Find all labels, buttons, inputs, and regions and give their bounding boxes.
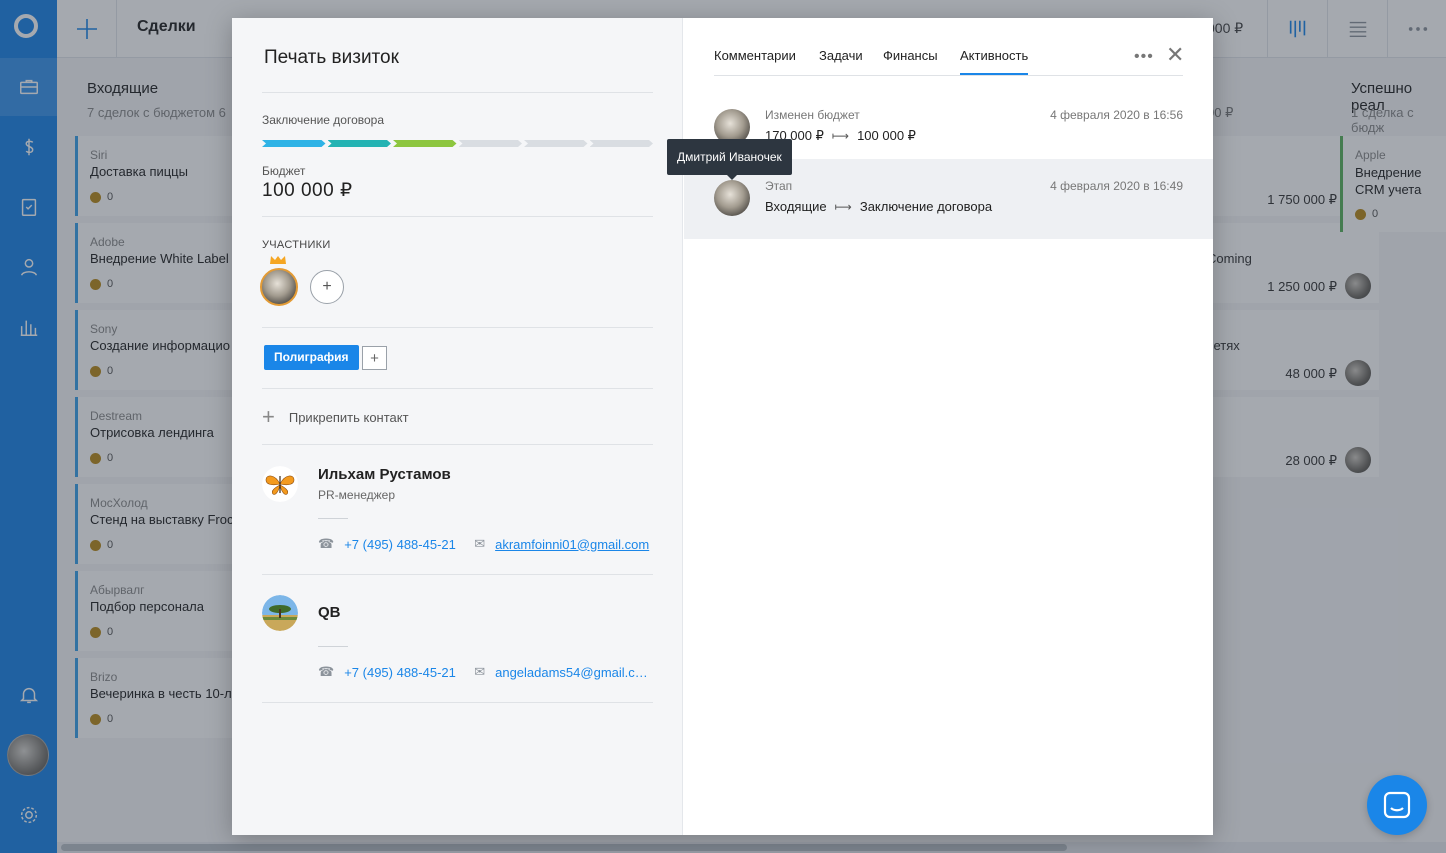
contact-role: PR-менеджер (318, 488, 396, 502)
crown-icon (270, 256, 286, 264)
mail-icon: ✉ (474, 536, 486, 551)
activity-date: 4 февраля 2020 в 16:56 (1050, 108, 1183, 122)
divider (262, 388, 653, 389)
mail-icon: ✉ (474, 664, 486, 679)
tab-tasks[interactable]: Задачи (819, 48, 863, 75)
activity-date: 4 февраля 2020 в 16:49 (1050, 179, 1183, 193)
budget-label: Бюджет (262, 164, 306, 178)
tab-comments[interactable]: Комментарии (714, 48, 796, 75)
plus-icon: + (370, 349, 379, 367)
activity-author-avatar[interactable] (714, 180, 750, 216)
change-to: 100 000 ₽ (857, 128, 916, 143)
contact-email[interactable]: angeladams54@gmail.com (495, 665, 650, 680)
tab-activity[interactable]: Активность (960, 48, 1029, 75)
arrow-right-icon: ⟼ (831, 129, 850, 143)
attach-contact-button[interactable]: + Прикрепить контакт (262, 404, 409, 429)
divider (262, 92, 653, 93)
more-options-icon[interactable]: ••• (1134, 48, 1154, 66)
deal-modal: Печать визиток Заключение договора Бюдже… (232, 18, 1213, 835)
tag-poligrafiya[interactable]: Полиграфия (264, 345, 359, 370)
tab-bar: Комментарии Задачи Финансы Активность (714, 40, 1183, 76)
arrow-right-icon: ⟼ (834, 199, 852, 214)
activity-panel: Комментарии Задачи Финансы Активность ••… (667, 18, 1213, 835)
participants-label: Участники (262, 239, 331, 251)
add-tag-button[interactable]: + (362, 346, 387, 370)
tab-finance[interactable]: Финансы (883, 48, 938, 75)
budget-value[interactable]: 100 000 ₽ (262, 179, 353, 202)
divider (262, 327, 653, 328)
divider (262, 574, 653, 575)
phone-icon: ☎ (318, 536, 335, 551)
contact-phone[interactable]: +7 (495) 488-45-21 (344, 537, 474, 552)
add-participant-button[interactable]: + (310, 270, 344, 304)
author-tooltip: Дмитрий Иваночек (667, 139, 792, 180)
landscape-avatar[interactable] (262, 595, 298, 631)
butterfly-avatar[interactable] (262, 466, 298, 502)
divider (262, 216, 653, 217)
plus-icon: + (322, 278, 332, 295)
activity-label: Этап (765, 179, 793, 193)
stage-pipeline[interactable] (262, 140, 653, 147)
contact-details: ☎ +7 (495) 488-45-21 ✉ akramfoinni01@gma… (318, 536, 650, 552)
close-icon[interactable]: ✕ (1166, 44, 1184, 66)
attach-contact-label: Прикрепить контакт (288, 409, 409, 425)
pipeline-stage-6[interactable] (590, 140, 654, 147)
plus-icon: + (262, 404, 275, 429)
phone-icon: ☎ (318, 664, 335, 679)
chat-button[interactable] (1367, 775, 1427, 835)
pipeline-stage-4[interactable] (459, 140, 523, 147)
pipeline-stage-1[interactable] (262, 140, 326, 147)
activity-change: Входящие ⟼ Заключение договора (765, 199, 992, 214)
contact-name[interactable]: QB (318, 604, 341, 621)
pipeline-stage-5[interactable] (524, 140, 588, 147)
divider (262, 444, 653, 445)
divider (262, 702, 653, 703)
deal-stage[interactable]: Заключение договора (262, 113, 384, 127)
contact-phone[interactable]: +7 (495) 488-45-21 (344, 665, 474, 680)
chat-icon (1383, 791, 1411, 819)
divider (318, 518, 348, 519)
contact-name[interactable]: Ильхам Рустамов (318, 466, 451, 483)
change-to: Заключение договора (859, 199, 993, 214)
pipeline-stage-2[interactable] (328, 140, 392, 147)
participant-avatar[interactable] (260, 268, 298, 306)
divider (318, 646, 348, 647)
contact-email[interactable]: akramfoinni01@gmail.com (495, 537, 650, 552)
change-from: Входящие (765, 199, 827, 214)
deal-info-panel: Печать визиток Заключение договора Бюдже… (232, 18, 683, 835)
contact-details: ☎ +7 (495) 488-45-21 ✉ angeladams54@gmai… (318, 664, 650, 680)
pipeline-stage-3[interactable] (393, 140, 457, 147)
activity-label: Изменен бюджет (765, 108, 860, 122)
deal-title[interactable]: Печать визиток (264, 47, 399, 69)
